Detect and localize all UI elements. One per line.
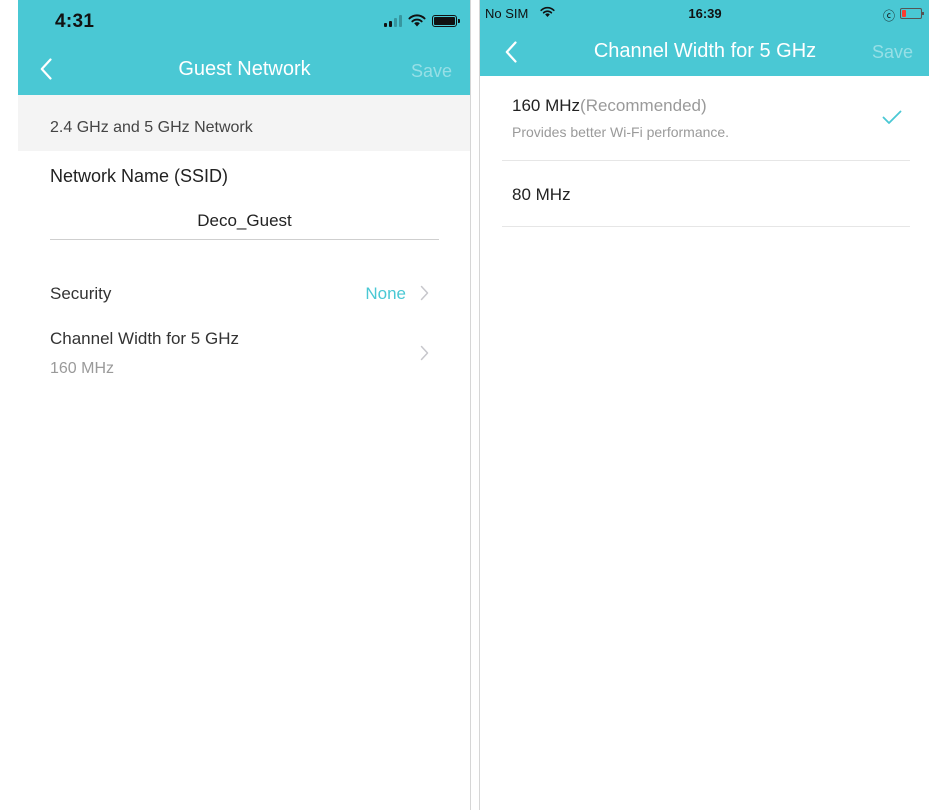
option-160mhz[interactable]: 160 MHz(Recommended) Provides better Wi-… [502,76,910,161]
section-header-label: 2.4 GHz and 5 GHz Network [50,119,253,136]
page-title: Guest Network [178,58,311,80]
chevron-right-icon [420,285,429,301]
nav-bar: Guest Network Save [18,42,470,95]
battery-icon [432,14,460,27]
security-label: Security [50,284,112,303]
wifi-icon [408,14,426,27]
status-time: 16:39 [688,6,722,21]
ssid-label: Network Name (SSID) [50,166,229,186]
status-bar: 4:31 [18,0,470,42]
security-row[interactable]: Security None [18,272,470,314]
option-label: 160 MHz(Recommended) [512,96,707,116]
status-icons [384,14,460,27]
channel-width-label: Channel Width for 5 GHz [50,329,239,348]
page-title: Channel Width for 5 GHz [593,40,817,62]
save-button[interactable]: Save [411,61,452,82]
option-description: Provides better Wi-Fi performance. [512,124,730,140]
status-bar: No SIM 16:39 ⓒ [480,0,929,28]
battery-icon [900,8,924,19]
signal-icon [384,14,402,27]
option-value: 160 MHz [512,96,581,115]
channel-width-value: 160 MHz [50,360,115,377]
section-header: 2.4 GHz and 5 GHz Network [18,95,470,151]
orientation-lock-icon: ⓒ [882,9,895,23]
channel-width-row[interactable]: Channel Width for 5 GHz 160 MHz [18,320,470,390]
nav-bar: Channel Width for 5 GHz Save [480,28,929,76]
security-value: None [365,284,406,303]
option-80mhz[interactable]: 80 MHz [502,161,910,227]
status-time: 4:31 [55,11,95,32]
save-button[interactable]: Save [872,42,913,63]
option-label: 80 MHz [512,185,571,204]
recommended-tag: (Recommended) [580,96,707,115]
ssid-input[interactable] [50,203,439,240]
channel-width-screen: No SIM 16:39 ⓒ Channel Width for 5 GHz S… [479,0,929,810]
chevron-right-icon [420,345,429,361]
guest-network-screen: 4:31 Guest Network Save 2.4 GHz and 5 GH… [18,0,471,810]
checkmark-icon [882,110,902,124]
